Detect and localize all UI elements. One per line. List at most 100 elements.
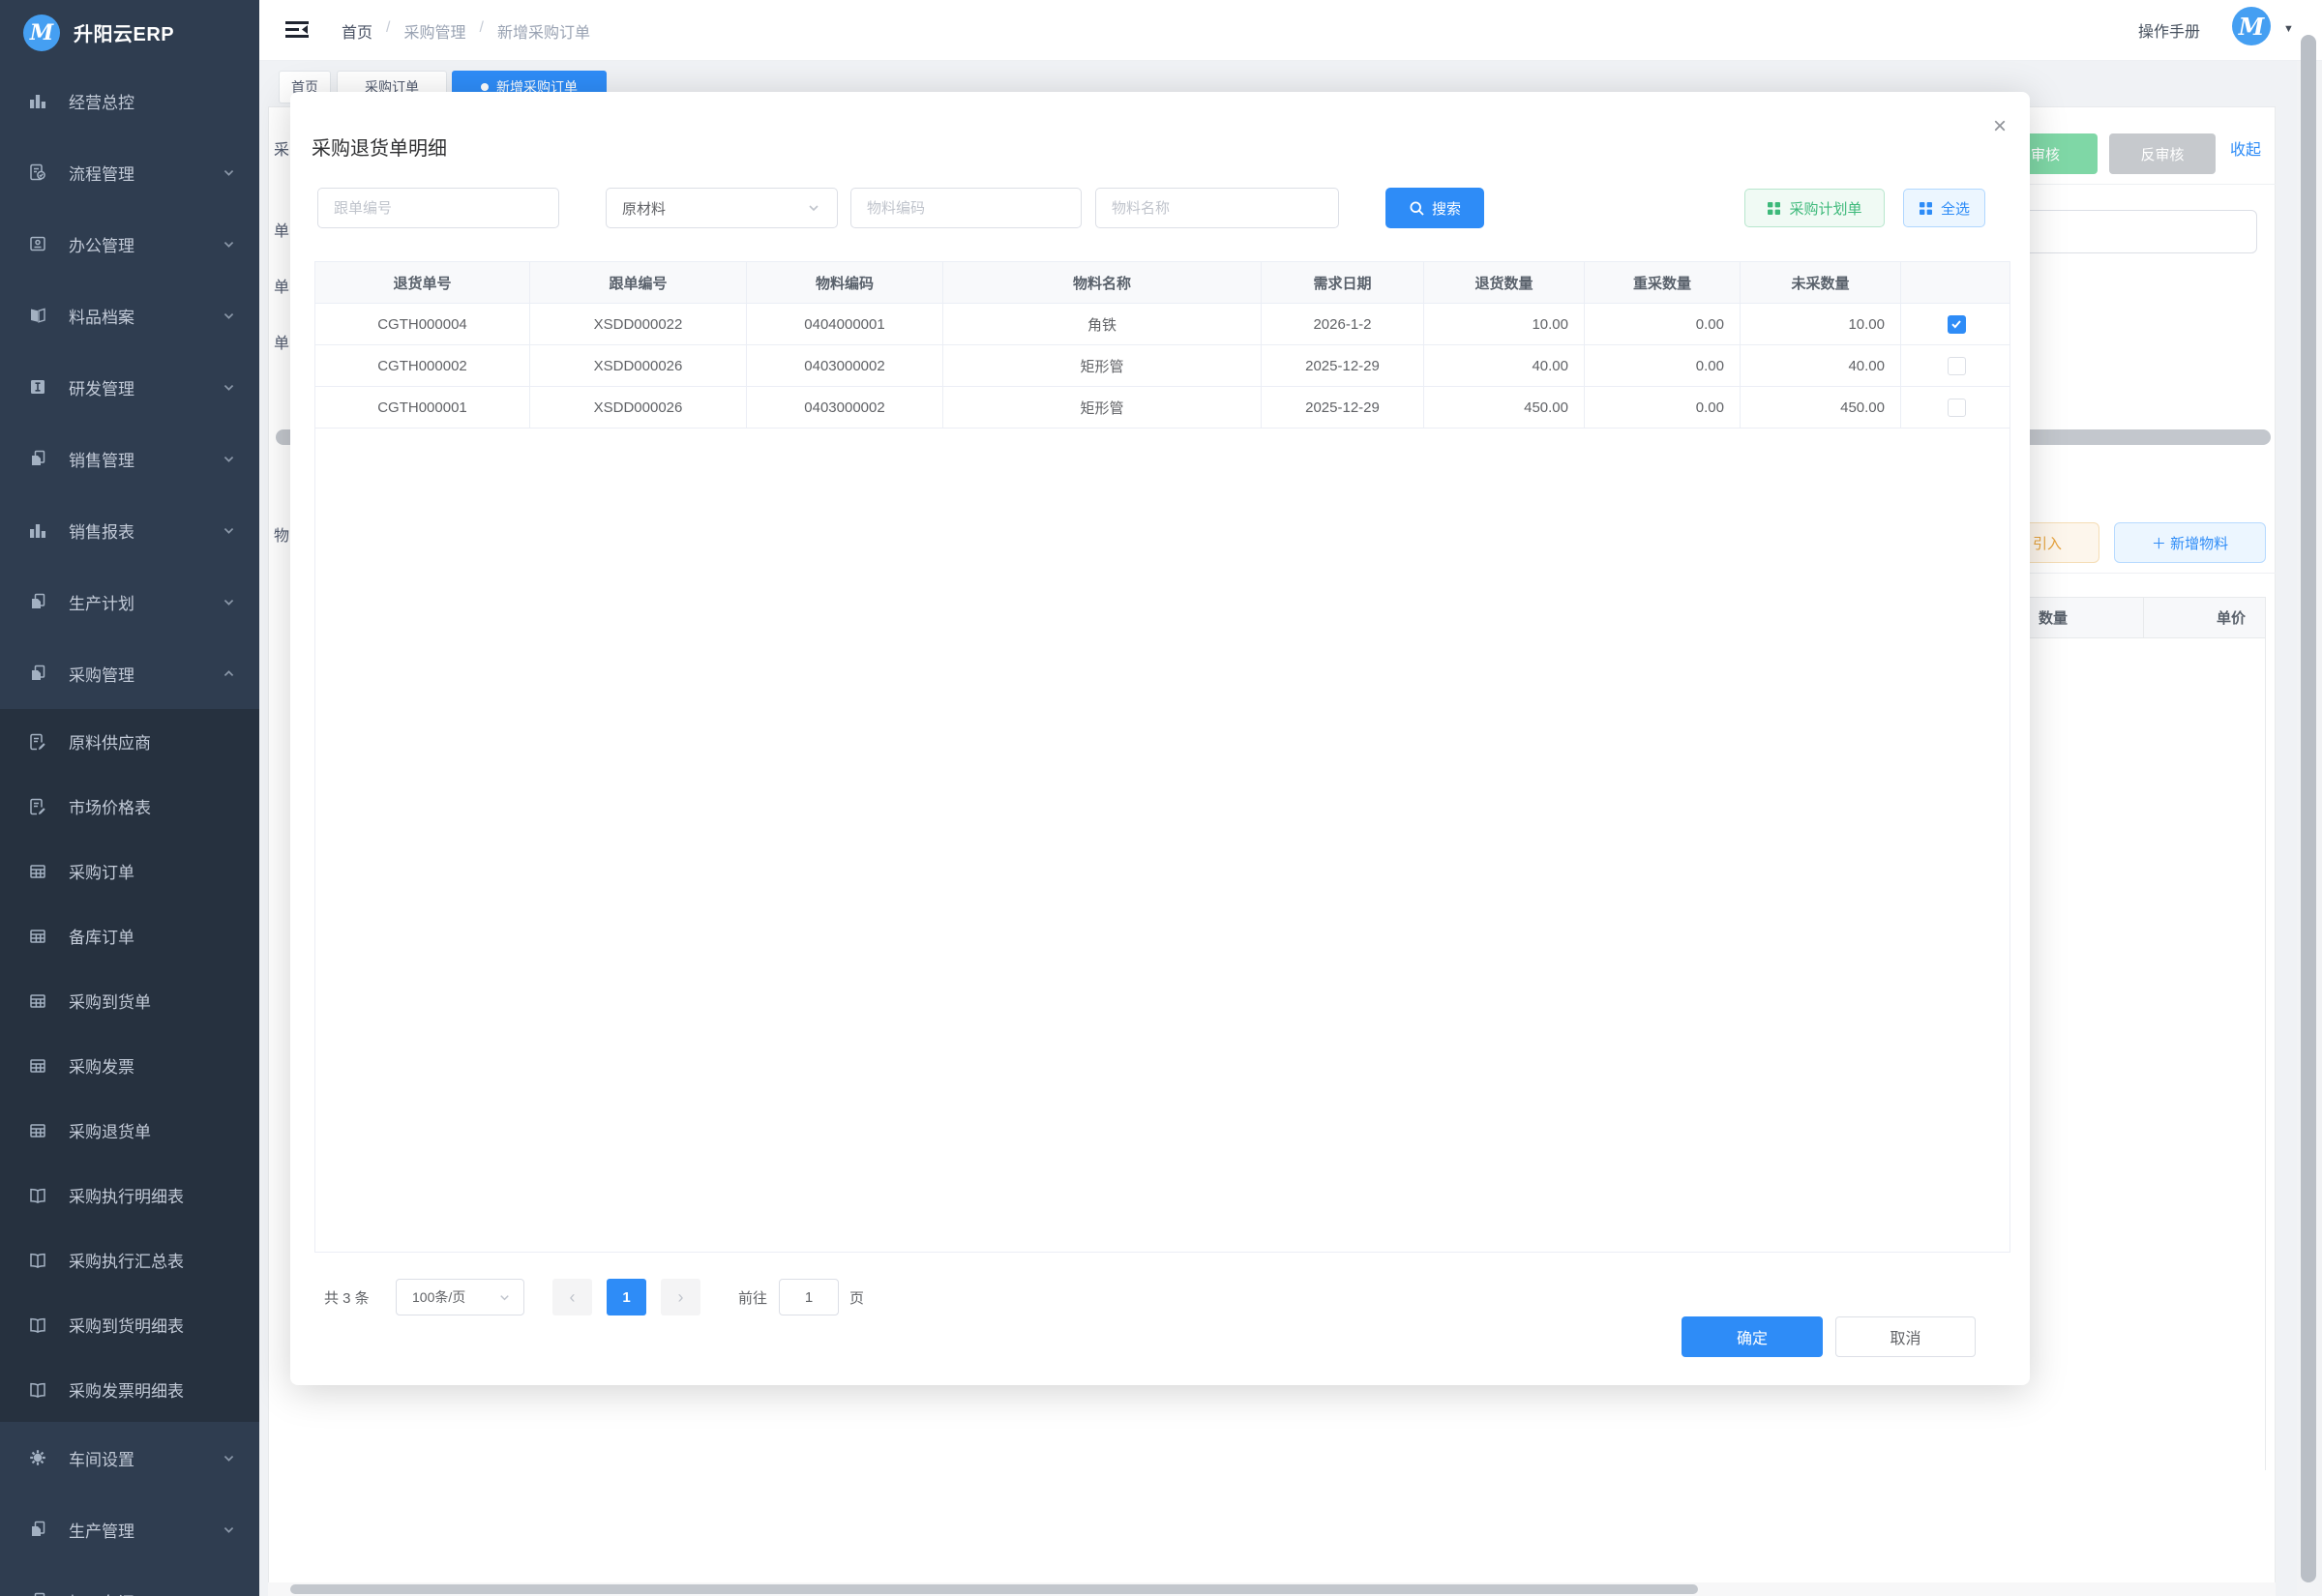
chevron-down-icon [222,1451,236,1465]
sidebar-item-采购订单[interactable]: 采购订单 [0,839,259,903]
background-text-fragment: 物 [274,522,290,546]
sidebar-item-经营总控[interactable]: 经营总控 [0,65,259,136]
breadcrumb-item[interactable]: 采购管理 [403,19,465,43]
avatar[interactable]: M [2232,7,2271,45]
sidebar-item-原料供应商[interactable]: 原料供应商 [0,709,259,774]
cell-demand_date: 2025-12-29 [1262,345,1424,386]
close-icon[interactable]: × [1993,115,2007,138]
table-row: CGTH000002XSDD0000260403000002矩形管2025-12… [315,345,2009,387]
book-icon [27,1251,48,1270]
sidebar-item-办公管理[interactable]: 办公管理 [0,208,259,280]
page-1-button[interactable]: 1 [607,1279,646,1315]
order-no-input[interactable] [317,188,559,228]
chevron-down-icon [222,523,236,538]
sidebar-item-生产管理[interactable]: 生产管理 [0,1493,259,1565]
add-material-button[interactable]: ＋ 新增物料 [2114,522,2266,563]
search-button-label: 搜索 [1432,198,1461,219]
purchase-return-detail-modal: × 采购退货单明细 原材料 搜索 采购计划单 全选 [290,92,2030,1385]
sidebar-item-label: 料品档案 [69,304,222,328]
sidebar-item-销售报表[interactable]: 销售报表 [0,494,259,566]
row-checkbox[interactable] [1948,315,1966,334]
table-header-row: 退货单号跟单编号物料编码物料名称需求日期退货数量重采数量未采数量 [315,262,2009,304]
column-header-物料名称: 物料名称 [943,262,1262,303]
cell-checkbox [1901,304,2011,344]
column-header-未采数量: 未采数量 [1741,262,1901,303]
chevron-down-icon [222,452,236,466]
sidebar-item-label: 办公管理 [69,232,222,256]
cell-rebuy_qty: 0.00 [1585,304,1741,344]
sidebar-item-加工车间[interactable]: 加工车间 [0,1565,259,1596]
breadcrumb-item[interactable]: 新增采购订单 [497,19,590,43]
table-row: CGTH000004XSDD0000220404000001角铁2026-1-2… [315,304,2009,345]
table-icon [27,862,48,881]
sidebar-item-研发管理[interactable]: 研发管理 [0,351,259,423]
caret-down-icon[interactable]: ▼ [2283,23,2294,35]
select-all-button[interactable]: 全选 [1903,189,1985,227]
collapse-sidebar-icon[interactable] [285,20,309,44]
cell-material_code: 0403000002 [747,345,943,386]
sidebar-item-料品档案[interactable]: 料品档案 [0,280,259,351]
breadcrumb-item[interactable]: 首页 [342,19,372,43]
copy-icon [27,449,48,468]
cell-checkbox [1901,387,2011,428]
sidebar-item-label: 销售管理 [69,447,222,471]
material-name-input[interactable] [1095,188,1339,228]
category-select-value: 原材料 [622,198,666,219]
goto-page-input[interactable] [779,1279,839,1315]
category-select[interactable]: 原材料 [606,188,838,228]
horizontal-scrollbar-thumb[interactable] [290,1584,1698,1594]
copy-icon [27,1520,48,1539]
sidebar-item-采购到货明细表[interactable]: 采购到货明细表 [0,1292,259,1357]
sidebar-item-采购执行汇总表[interactable]: 采购执行汇总表 [0,1227,259,1292]
sidebar-item-采购执行明细表[interactable]: 采购执行明细表 [0,1163,259,1227]
breadcrumb-separator: / [386,19,390,43]
chevron-down-icon [222,1522,236,1537]
sidebar-item-市场价格表[interactable]: 市场价格表 [0,774,259,839]
topbar: 首页/采购管理/新增采购订单 操作手册 M ▼ [259,0,2322,61]
material-code-input[interactable] [850,188,1082,228]
background-text-fragment: 采 [274,136,290,160]
doc-edit-icon [27,732,48,752]
sidebar-item-备库订单[interactable]: 备库订单 [0,903,259,968]
vertical-scrollbar-thumb[interactable] [2301,35,2316,1582]
row-checkbox[interactable] [1948,399,1966,417]
sidebar-item-销售管理[interactable]: 销售管理 [0,423,259,494]
sidebar-item-采购退货单[interactable]: 采购退货单 [0,1098,259,1163]
price-column-header: 单价 [2144,598,2265,637]
confirm-button[interactable]: 确定 [1682,1316,1823,1357]
sidebar-item-流程管理[interactable]: 流程管理 [0,136,259,208]
next-page-button[interactable]: › [661,1279,700,1315]
breadcrumb: 首页/采购管理/新增采购订单 [342,19,590,43]
filter-row: 原材料 搜索 采购计划单 全选 [290,188,2030,228]
cell-return_no: CGTH000002 [315,345,530,386]
sidebar-item-label: 生产管理 [69,1518,222,1542]
page-size-select[interactable]: 100条/页 [396,1279,524,1315]
search-button[interactable]: 搜索 [1385,188,1484,228]
sidebar-item-label: 研发管理 [69,375,222,399]
sidebar-item-label: 原料供应商 [69,729,236,754]
app-title: 升阳云ERP [74,18,174,46]
row-checkbox[interactable] [1948,357,1966,375]
manual-link[interactable]: 操作手册 [2138,18,2200,42]
sidebar-item-label: 经营总控 [69,89,236,113]
sidebar-item-label: 采购管理 [69,662,222,686]
sidebar-item-label: 市场价格表 [69,794,236,818]
sidebar-item-生产计划[interactable]: 生产计划 [0,566,259,637]
sidebar-item-采购发票明细表[interactable]: 采购发票明细表 [0,1357,259,1422]
sidebar-item-采购到货单[interactable]: 采购到货单 [0,968,259,1033]
sidebar-item-车间设置[interactable]: 车间设置 [0,1422,259,1493]
table-row: CGTH000001XSDD0000260403000002矩形管2025-12… [315,387,2009,429]
sidebar-item-采购发票[interactable]: 采购发票 [0,1033,259,1098]
prev-page-button[interactable]: ‹ [552,1279,592,1315]
sidebar-item-采购管理[interactable]: 采购管理 [0,637,259,709]
sidebar-item-label: 采购发票 [69,1053,236,1078]
sidebar-item-label: 采购发票明细表 [69,1377,236,1402]
unaudit-button[interactable]: 反审核 [2109,133,2216,174]
cell-demand_date: 2025-12-29 [1262,387,1424,428]
sidebar-item-label: 采购执行明细表 [69,1183,236,1207]
collapse-panel-link[interactable]: 收起 [2230,136,2261,160]
divider [2022,184,2276,185]
cancel-button[interactable]: 取消 [1835,1316,1976,1357]
doc-edit-icon [27,797,48,816]
purchase-plan-button[interactable]: 采购计划单 [1744,189,1885,227]
